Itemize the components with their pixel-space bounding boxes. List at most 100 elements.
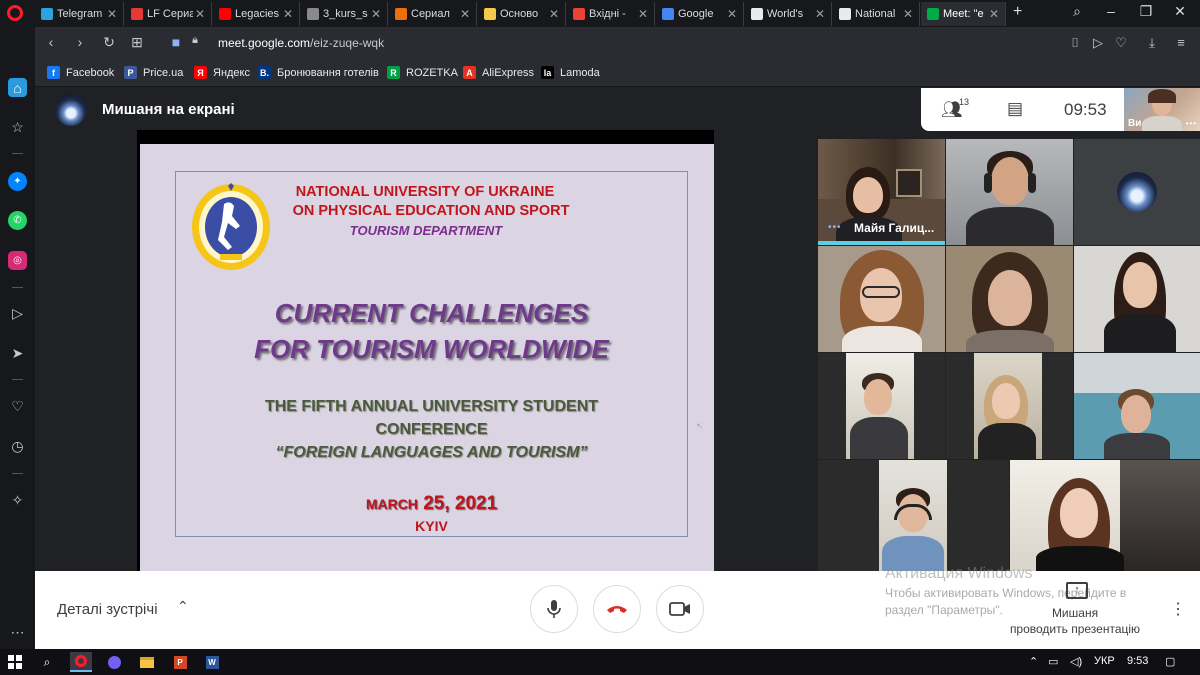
viber-icon[interactable] bbox=[103, 652, 125, 672]
bookmark-item[interactable]: f Facebook bbox=[47, 66, 114, 79]
tab-close-icon[interactable]: ✕ bbox=[105, 7, 119, 21]
history-icon[interactable]: ◷ bbox=[8, 437, 27, 456]
star-icon[interactable]: ☆ bbox=[8, 118, 27, 137]
participant-name: Майя Галиц... bbox=[854, 221, 935, 235]
bookmark-heart-icon[interactable]: ♡ bbox=[1112, 35, 1130, 51]
restore-button[interactable]: ❐ bbox=[1136, 3, 1156, 20]
whatsapp-icon[interactable]: ✆ bbox=[8, 211, 27, 230]
opera-taskbar-icon[interactable] bbox=[70, 652, 92, 672]
snapshot-icon[interactable]: ⌷ bbox=[1066, 35, 1084, 51]
battery-icon[interactable]: ▭ bbox=[1048, 655, 1058, 668]
forward-button[interactable]: › bbox=[71, 34, 89, 50]
end-call-button[interactable] bbox=[593, 585, 641, 633]
easy-setup-icon[interactable]: ≡ bbox=[1172, 35, 1190, 50]
volume-icon[interactable]: ◁) bbox=[1070, 655, 1082, 668]
participant-tile[interactable] bbox=[1074, 246, 1200, 352]
tab-close-icon[interactable]: ✕ bbox=[901, 7, 915, 21]
audio-level-icon: ••• bbox=[828, 222, 842, 233]
tab-close-icon[interactable]: ✕ bbox=[547, 7, 561, 21]
more-icon[interactable]: ⋯ bbox=[8, 623, 27, 642]
tab-close-icon[interactable]: ✕ bbox=[281, 7, 295, 21]
tray-chevron-icon[interactable]: ⌃ bbox=[1029, 655, 1038, 668]
microphone-icon bbox=[547, 600, 561, 618]
tab-close-icon[interactable]: ✕ bbox=[636, 7, 650, 21]
participant-tile[interactable] bbox=[946, 353, 1073, 459]
speaking-indicator bbox=[818, 241, 945, 245]
meeting-details-button[interactable]: Деталі зустрічі bbox=[57, 601, 158, 618]
self-options-icon[interactable]: ••• bbox=[1186, 119, 1197, 128]
participant-tile[interactable] bbox=[946, 139, 1073, 245]
search-tabs-icon[interactable]: ⌕ bbox=[1067, 3, 1087, 20]
powerpoint-icon[interactable]: P bbox=[169, 652, 191, 672]
lightbulb-icon[interactable]: ✧ bbox=[8, 491, 27, 510]
share-icon[interactable]: ▷ bbox=[1089, 35, 1107, 51]
windows-start-icon[interactable] bbox=[4, 652, 26, 672]
browser-tab[interactable]: Google ✕ bbox=[656, 2, 744, 26]
participant-tile[interactable] bbox=[1074, 139, 1200, 245]
download-icon[interactable]: ⤓ bbox=[1143, 35, 1161, 51]
browser-tab[interactable]: Осново ✕ bbox=[478, 2, 566, 26]
close-window-button[interactable]: ✕ bbox=[1170, 3, 1190, 20]
tab-close-icon[interactable]: ✕ bbox=[725, 7, 739, 21]
opera-menu-icon[interactable] bbox=[7, 5, 23, 21]
bookmark-item[interactable]: Я Яндекс bbox=[194, 66, 250, 79]
back-button[interactable]: ‹ bbox=[42, 34, 60, 50]
browser-tab[interactable]: Meet: "e ✕ bbox=[921, 2, 1006, 26]
browser-tab[interactable]: 3_kurs_s ✕ bbox=[301, 2, 388, 26]
more-options-icon[interactable]: ⋮ bbox=[1170, 599, 1186, 619]
player-icon[interactable]: ▷ bbox=[8, 304, 27, 323]
send-icon[interactable]: ➤ bbox=[8, 344, 27, 363]
chevron-up-icon[interactable]: ⌃ bbox=[177, 598, 189, 615]
browser-tab[interactable]: Вхідні - ✕ bbox=[567, 2, 655, 26]
tab-title: 3_kurs_s bbox=[323, 8, 368, 20]
heart-icon[interactable]: ♡ bbox=[8, 397, 27, 416]
participant-tile[interactable] bbox=[946, 246, 1073, 352]
chat-icon[interactable]: ▤ bbox=[1007, 99, 1023, 119]
home-icon[interactable]: ⌂ bbox=[8, 78, 27, 97]
file-explorer-icon[interactable] bbox=[136, 652, 158, 672]
search-icon[interactable]: ⌕ bbox=[36, 652, 58, 672]
microphone-button[interactable] bbox=[530, 585, 578, 633]
tab-title: National bbox=[855, 8, 896, 20]
browser-tab[interactable]: Legacies ✕ bbox=[213, 2, 300, 26]
minimize-button[interactable]: – bbox=[1101, 3, 1121, 19]
participant-tile[interactable] bbox=[818, 460, 1009, 571]
notifications-icon[interactable]: ▢ bbox=[1165, 655, 1175, 668]
bookmark-item[interactable]: R ROZETKA bbox=[387, 66, 458, 79]
bookmark-item[interactable]: B. Бронювання готелів bbox=[258, 66, 379, 79]
browser-tab[interactable]: National ✕ bbox=[833, 2, 920, 26]
new-tab-button[interactable]: + bbox=[1013, 3, 1029, 21]
reload-button[interactable]: ↻ bbox=[100, 34, 118, 51]
bookmark-item[interactable]: P Price.ua bbox=[124, 66, 183, 79]
participant-tile[interactable]: ••• Майя Галиц... bbox=[818, 139, 945, 245]
instagram-icon[interactable]: ◎ bbox=[8, 251, 27, 270]
self-view-tile[interactable]: Ви ••• bbox=[1124, 88, 1200, 131]
tab-close-icon[interactable]: ✕ bbox=[458, 7, 472, 21]
presenter-name: Мишаня bbox=[1051, 606, 1099, 620]
browser-tab[interactable]: Telegram ✕ bbox=[35, 2, 124, 26]
messenger-icon[interactable]: ✦ bbox=[8, 172, 27, 191]
participant-tile[interactable] bbox=[818, 246, 945, 352]
participant-tile[interactable] bbox=[1074, 353, 1200, 459]
tab-close-icon[interactable]: ✕ bbox=[813, 7, 827, 21]
tabs-grid-icon[interactable]: ⊞ bbox=[128, 34, 146, 51]
participant-tile[interactable] bbox=[1010, 460, 1200, 571]
bookmark-item[interactable]: la Lamoda bbox=[541, 66, 600, 79]
participant-tile[interactable] bbox=[818, 353, 945, 459]
taskbar-clock[interactable]: 9:53 bbox=[1127, 655, 1148, 667]
browser-tab[interactable]: World's ✕ bbox=[745, 2, 832, 26]
camera-button[interactable] bbox=[656, 585, 704, 633]
bookmark-item[interactable]: A AliExpress bbox=[463, 66, 534, 79]
slide-university-line2: ON PHYSICAL EDUCATION AND SPORT bbox=[292, 203, 570, 219]
tab-close-icon[interactable]: ✕ bbox=[193, 7, 207, 21]
tab-close-icon[interactable]: ✕ bbox=[369, 7, 383, 21]
lock-icon[interactable]: 🔒︎ bbox=[186, 34, 204, 47]
word-icon[interactable]: W bbox=[201, 652, 223, 672]
tab-close-icon[interactable]: ✕ bbox=[987, 7, 1001, 21]
url-field[interactable]: meet.google.com/eiz-zuqe-wqk bbox=[218, 36, 384, 50]
present-screen-icon[interactable]: ↑ bbox=[1066, 582, 1088, 599]
browser-tab[interactable]: Сериал ✕ bbox=[389, 2, 477, 26]
browser-tab[interactable]: LF Сериал✕ bbox=[125, 2, 212, 26]
tab-title: Google bbox=[678, 8, 714, 20]
keyboard-language[interactable]: УКР bbox=[1094, 655, 1115, 667]
